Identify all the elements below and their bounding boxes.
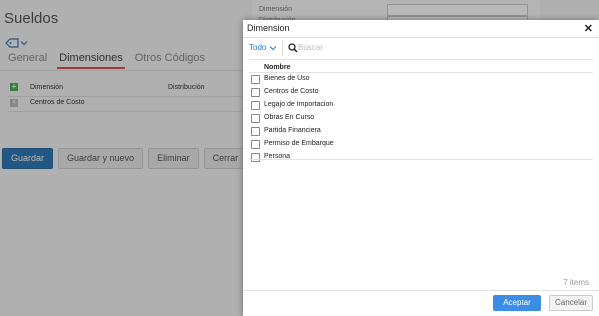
item-count: 7 items	[563, 278, 589, 287]
dialog-header: Dimension ✕	[243, 20, 599, 38]
search-divider	[249, 59, 593, 60]
item-checkbox[interactable]	[251, 140, 260, 149]
filter-separator	[282, 40, 283, 56]
item-checkbox[interactable]	[251, 75, 260, 84]
list-item[interactable]: Legajo de Importacion	[249, 99, 593, 112]
list-bottom-divider	[249, 159, 593, 160]
item-label: Centros de Costo	[264, 88, 319, 95]
footer-divider	[243, 290, 599, 291]
accept-button[interactable]: Aceptar	[493, 295, 541, 311]
search-input[interactable]	[298, 41, 418, 53]
list-item[interactable]: Permiso de Embarque	[249, 138, 593, 151]
item-label: Partida Financiera	[264, 127, 321, 134]
search-icon	[288, 43, 298, 53]
column-header-nombre: Nombre	[264, 64, 291, 71]
filter-dropdown[interactable]: Todo	[249, 43, 266, 52]
dimension-dialog: Dimension ✕ Todo Nombre Bienes de Uso Ce…	[243, 20, 599, 316]
dimension-list: Bienes de Uso Centros de Costo Legajo de…	[249, 73, 593, 164]
dialog-title: Dimension	[247, 23, 290, 33]
item-checkbox[interactable]	[251, 88, 260, 97]
item-label: Legajo de Importacion	[264, 101, 334, 108]
item-checkbox[interactable]	[251, 101, 260, 110]
item-checkbox[interactable]	[251, 153, 260, 162]
list-item[interactable]: Obras En Curso	[249, 112, 593, 125]
cancel-button[interactable]: Cancelar	[549, 295, 593, 311]
list-item[interactable]: Bienes de Uso	[249, 73, 593, 86]
item-checkbox[interactable]	[251, 127, 260, 136]
list-item[interactable]: Persona	[249, 151, 593, 164]
list-item[interactable]: Partida Financiera	[249, 125, 593, 138]
chevron-down-icon[interactable]	[269, 44, 277, 52]
close-icon[interactable]: ✕	[584, 22, 593, 35]
item-label: Bienes de Uso	[264, 75, 310, 82]
item-label: Obras En Curso	[264, 114, 315, 121]
item-label: Permiso de Embarque	[264, 140, 334, 147]
item-checkbox[interactable]	[251, 114, 260, 123]
list-item[interactable]: Centros de Costo	[249, 86, 593, 99]
